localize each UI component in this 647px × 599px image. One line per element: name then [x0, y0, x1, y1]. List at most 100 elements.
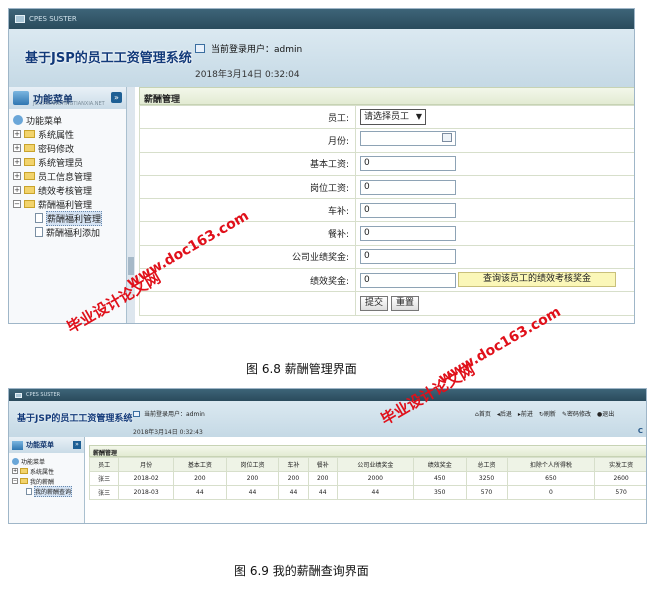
- expand-icon[interactable]: +: [13, 144, 21, 152]
- performance-bonus-input[interactable]: 0: [360, 272, 456, 288]
- window-icon: [15, 392, 22, 398]
- sidebar-item-employee[interactable]: + 员工信息管理: [13, 169, 126, 183]
- salary-form: 员工: 请选择员工 ▼ 月份: 基本工资: 0 岗位工资: 0 车补: 0 餐补:: [139, 104, 634, 316]
- window-titlebar: CPES SUSTER: [9, 9, 634, 29]
- current-user: 当前登录用户：admin: [133, 409, 205, 418]
- folder-icon: [24, 144, 35, 152]
- reset-button[interactable]: 重置: [391, 296, 420, 312]
- collapse-node-icon[interactable]: −: [13, 200, 21, 208]
- expand-icon[interactable]: +: [12, 468, 18, 474]
- collapse-node-icon[interactable]: −: [12, 478, 18, 484]
- tree-root[interactable]: 功能菜单: [13, 113, 126, 127]
- app-header: 基于JSP的员工工资管理系统 当前登录用户：admin 2018年3月14日 0…: [9, 401, 646, 437]
- meal-allowance-input[interactable]: 0: [360, 226, 456, 242]
- table-cell: 570: [465, 485, 508, 500]
- query-performance-button[interactable]: 查询该员工的绩效考核奖金: [458, 272, 616, 288]
- tree-root[interactable]: 功能菜单: [12, 456, 84, 466]
- collapse-icon[interactable]: »: [111, 92, 122, 103]
- salary-table: 员工 月份 基本工资 岗位工资 车补 餐补 公司业绩奖金 绩效奖金 总工资 扣除…: [88, 457, 646, 500]
- submit-button[interactable]: 提交: [360, 296, 389, 312]
- figure-caption-1: 图 6.8 薪酬管理界面: [246, 362, 357, 376]
- password-button[interactable]: ✎密码修改: [562, 409, 591, 418]
- datetime: 2018年3月14日 0:32:04: [195, 70, 300, 80]
- panel-title: 薪酬管理: [139, 87, 634, 105]
- sidebar-item-performance[interactable]: + 绩效考核管理: [13, 183, 126, 197]
- back-button[interactable]: ◂后退: [497, 409, 512, 418]
- sidebar-item-system-props[interactable]: + 系统属性: [12, 466, 84, 476]
- window-title: CPES SUSTER: [26, 392, 61, 398]
- menu-tree: 功能菜单 + 系统属性 − 我的薪酬 我的薪酬查询: [9, 453, 84, 497]
- expand-icon[interactable]: +: [13, 172, 21, 180]
- base-salary-label: 基本工资:: [139, 151, 356, 176]
- main-content: 薪酬管理 员工: 请选择员工 ▼ 月份: 基本工资: 0 岗位工资: 0 车补: …: [139, 87, 634, 323]
- menu-icon: [13, 91, 29, 105]
- system-name: 基于JSP的员工工资管理系统: [17, 414, 133, 424]
- collapse-icon[interactable]: »: [73, 441, 81, 449]
- sidebar-item-my-salary-query[interactable]: 我的薪酬查询: [12, 485, 84, 497]
- sidebar-item-admin[interactable]: + 系统管理员: [13, 155, 126, 169]
- folder-icon: [24, 130, 35, 138]
- sidebar-item-my-salary[interactable]: − 我的薪酬: [12, 476, 84, 486]
- table-cell: 44: [336, 485, 414, 500]
- my-salary-query-screenshot: CPES SUSTER 基于JSP的员工工资管理系统 当前登录用户：admin …: [8, 388, 647, 524]
- page-icon: [35, 227, 43, 237]
- menu-tree: 功能菜单 + 系统属性 + 密码修改 + 系统管理员 + 员工信息管理 + 绩效…: [9, 109, 126, 239]
- table-cell: 350: [412, 485, 467, 500]
- sidebar-menu: 功能菜单 » 功能菜单 + 系统属性 − 我的薪酬 我的薪酬查询: [9, 437, 85, 523]
- page-icon: [35, 213, 43, 223]
- logout-button[interactable]: ●退出: [597, 409, 614, 418]
- sidebar-menu: 功能菜单 JC.CHUANGYINGTIANXIA.NET » 功能菜单 + 系…: [9, 87, 127, 323]
- col-header: 总工资: [465, 457, 508, 472]
- col-header: 车补: [278, 457, 309, 472]
- employee-select[interactable]: 请选择员工 ▼: [360, 109, 426, 126]
- expand-icon[interactable]: +: [13, 158, 21, 166]
- salary-management-screenshot: CPES SUSTER 基于JSP的员工工资管理系统 当前登录用户：admin …: [8, 8, 635, 324]
- sidebar-item-salary[interactable]: − 薪酬福利管理: [13, 197, 126, 211]
- table-row[interactable]: 张三 2018-02 200 200 200 200 2000 450 3250…: [88, 471, 646, 486]
- base-salary-input[interactable]: 0: [360, 156, 456, 172]
- col-header: 扣除个人所得税: [506, 457, 596, 472]
- expand-icon[interactable]: +: [13, 130, 21, 138]
- table-cell: 200: [225, 471, 280, 486]
- table-cell: 0: [506, 485, 596, 500]
- col-header: 绩效奖金: [412, 457, 467, 472]
- expand-icon[interactable]: +: [13, 186, 21, 194]
- menu-title: 功能菜单: [26, 441, 54, 449]
- system-name: 基于JSP的员工工资管理系统: [25, 51, 192, 66]
- figure-caption-2: 图 6.9 我的薪酬查询界面: [234, 564, 369, 578]
- folder-icon: [20, 478, 28, 484]
- performance-bonus-label: 绩效奖金:: [139, 268, 356, 293]
- table-cell: 44: [173, 485, 227, 500]
- user-icon: [133, 410, 140, 417]
- sidebar-item-salary-manage[interactable]: 薪酬福利管理: [13, 210, 126, 226]
- car-allowance-input[interactable]: 0: [360, 202, 456, 218]
- forward-button[interactable]: ▸前进: [518, 409, 533, 418]
- chevron-down-icon: ▼: [415, 112, 422, 122]
- root-icon: [13, 115, 23, 125]
- home-button[interactable]: ⌂首页: [475, 409, 491, 418]
- root-icon: [12, 457, 19, 465]
- table-row[interactable]: 张三 2018-03 44 44 44 44 44 350 570 0 570: [88, 485, 646, 500]
- meal-allowance-label: 餐补:: [139, 221, 356, 246]
- folder-icon: [24, 158, 35, 166]
- menu-subtitle: JC.CHUANGYINGTIANXIA.NET: [33, 101, 105, 107]
- user-icon: [195, 44, 205, 53]
- table-cell: 450: [412, 471, 467, 486]
- sidebar-item-system-props[interactable]: + 系统属性: [13, 127, 126, 141]
- refresh-button[interactable]: ↻刷新: [539, 409, 556, 418]
- table-cell: 570: [594, 485, 646, 500]
- window-icon: [15, 15, 25, 23]
- folder-icon: [24, 200, 35, 208]
- datetime: 2018年3月14日 0:32:43: [133, 429, 203, 436]
- folder-icon: [24, 172, 35, 180]
- col-header: 公司业绩奖金: [336, 457, 414, 472]
- post-salary-label: 岗位工资:: [139, 174, 356, 200]
- company-bonus-input[interactable]: 0: [360, 249, 456, 265]
- table-cell: 2600: [594, 471, 646, 486]
- post-salary-input[interactable]: 0: [360, 179, 456, 195]
- menu-header: 功能菜单 JC.CHUANGYINGTIANXIA.NET »: [9, 87, 126, 109]
- sidebar-item-salary-add[interactable]: 薪酬福利添加: [13, 225, 126, 239]
- calendar-icon[interactable]: [442, 133, 452, 143]
- table-cell: 44: [278, 485, 309, 500]
- sidebar-item-password[interactable]: + 密码修改: [13, 141, 126, 155]
